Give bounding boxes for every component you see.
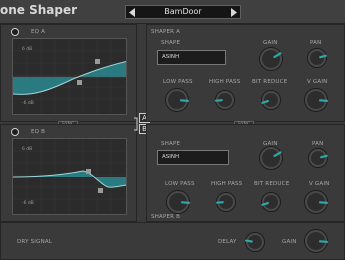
- shaper-a-v-gain-knob[interactable]: [303, 87, 329, 113]
- header-bar: one Shaper BamDoor: [0, 0, 345, 24]
- shaper-b-high-pass-label: HIGH PASS: [211, 181, 243, 187]
- shaper-b-shape-select[interactable]: ASINH: [157, 150, 229, 165]
- dry-delay-knob[interactable]: [244, 231, 266, 253]
- knob-indicator: [245, 239, 253, 243]
- shaper-a-shape-label: SHAPE: [161, 40, 181, 46]
- eq-a-power-button[interactable]: [11, 28, 19, 36]
- shaper-b-v-gain-knob[interactable]: [303, 189, 329, 215]
- knob-graphic: [214, 90, 235, 110]
- knob-graphic: [304, 190, 329, 214]
- dry-signal-panel: DRY SIGNAL DELAY GAIN: [0, 222, 345, 260]
- knob-graphic: [259, 47, 283, 71]
- shaper-b-bit-reduce-label: BIT REDUCE: [254, 181, 290, 187]
- preset-prev-icon[interactable]: [128, 8, 136, 17]
- knob-indicator: [180, 201, 191, 204]
- eq-a-db-bottom: -6 dB: [22, 101, 34, 106]
- knob-graphic: [166, 190, 191, 214]
- shaper-b-gain-knob[interactable]: [258, 145, 284, 171]
- knob-indicator: [179, 99, 190, 102]
- knob-indicator: [318, 201, 329, 204]
- preset-name: BamDoor: [164, 7, 202, 16]
- shaper-a-title: SHAPER A: [151, 29, 181, 35]
- knob-indicator: [320, 154, 328, 159]
- knob-graphic: [215, 192, 236, 212]
- knob-graphic: [245, 232, 265, 252]
- shaper-a-gain-knob[interactable]: [258, 46, 284, 72]
- knob-graphic: [307, 48, 327, 68]
- shaper-b-panel: SHAPE ASINH GAIN PAN LOW PASS HIGH PASS …: [146, 124, 345, 222]
- preset-next-icon[interactable]: [230, 8, 238, 17]
- knob-indicator: [319, 54, 327, 59]
- eq-a-label: EQ A: [31, 29, 46, 35]
- eq-a-db-top: 6 dB: [22, 47, 33, 52]
- knob-indicator: [318, 99, 329, 102]
- shaper-a-pan-label: PAN: [310, 40, 322, 46]
- shaper-a-shape-select[interactable]: ASINH: [157, 50, 226, 65]
- knob-graphic: [304, 229, 329, 253]
- shaper-a-v-gain-label: V GAIN: [307, 79, 328, 85]
- shaper-a-pan-knob[interactable]: [306, 47, 328, 69]
- shaper-a-bit-reduce-knob[interactable]: [260, 89, 282, 111]
- dry-gain-knob[interactable]: [303, 228, 329, 254]
- dry-signal-title: DRY SIGNAL: [17, 239, 53, 245]
- knob-graphic: [261, 192, 281, 212]
- shaper-b-high-pass-knob[interactable]: [215, 191, 237, 213]
- knob-graphic: [261, 90, 281, 110]
- eq-b-label: EQ B: [31, 129, 46, 135]
- knob-graphic: [304, 88, 329, 112]
- eq-b-power-button[interactable]: [11, 128, 19, 136]
- shaper-b-low-pass-label: LOW PASS: [165, 181, 195, 187]
- shaper-a-low-pass-label: LOW PASS: [163, 79, 193, 85]
- knob-graphic: [308, 148, 328, 168]
- shaper-a-bit-reduce-label: BIT REDUCE: [252, 79, 288, 85]
- dry-delay-label: DELAY: [218, 239, 237, 245]
- eq-a-display[interactable]: 6 dB -6 dB: [12, 38, 127, 115]
- eq-b-panel: EQ B 6 dB -6 dB: [0, 124, 137, 222]
- shaper-b-title: SHAPER B: [151, 214, 181, 220]
- knob-graphic: [259, 146, 283, 170]
- shaper-a-high-pass-knob[interactable]: [214, 89, 236, 111]
- shaper-a-high-pass-label: HIGH PASS: [209, 79, 241, 85]
- shaper-b-shape-label: SHAPE: [161, 141, 181, 147]
- shaper-a-low-pass-knob[interactable]: [164, 87, 190, 113]
- shaper-b-bit-reduce-knob[interactable]: [260, 191, 282, 213]
- shaper-b-pan-knob[interactable]: [307, 147, 329, 169]
- shaper-a-panel: SHAPER A SHAPE ASINH GAIN PAN LOW PASS H…: [146, 24, 345, 122]
- shaper-b-v-gain-label: V GAIN: [309, 181, 330, 187]
- eq-b-db-bottom: -6 dB: [22, 201, 34, 206]
- shaper-b-low-pass-knob[interactable]: [165, 189, 191, 215]
- eq-a-panel: EQ A 6 dB -6 dB: [0, 24, 137, 122]
- app-title: one Shaper: [0, 3, 78, 17]
- preset-selector[interactable]: BamDoor: [125, 5, 241, 19]
- dry-gain-label: GAIN: [282, 239, 297, 245]
- knob-indicator: [318, 240, 329, 243]
- eq-b-db-top: 6 dB: [22, 147, 33, 152]
- knob-graphic: [165, 88, 190, 112]
- eq-b-display[interactable]: 6 dB -6 dB: [12, 138, 127, 215]
